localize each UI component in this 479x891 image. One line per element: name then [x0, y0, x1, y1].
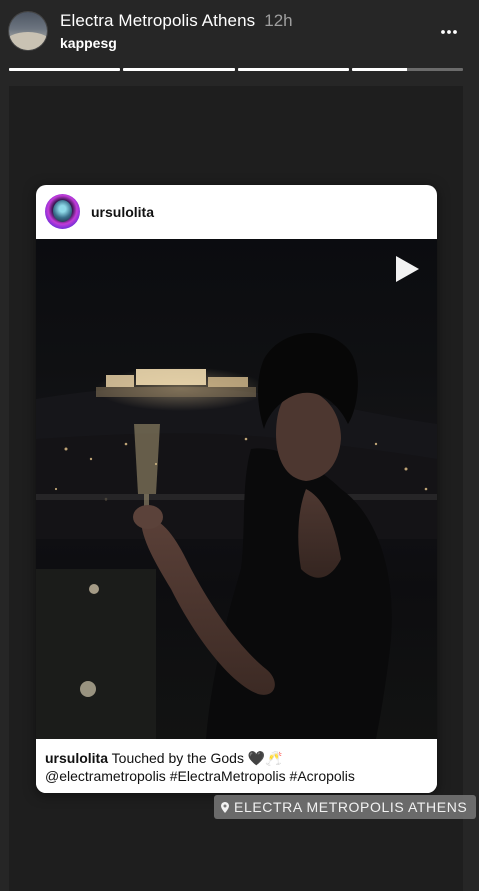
more-options-button[interactable]	[433, 22, 465, 42]
post-author-avatar[interactable]	[45, 194, 80, 229]
progress-segment	[9, 68, 121, 71]
location-sticker[interactable]: ELECTRA METROPOLIS ATHENS	[214, 795, 477, 819]
story-title[interactable]: Electra Metropolis Athens	[60, 11, 255, 30]
caption-line-1: ursulolita Touched by the Gods 🖤🥂	[45, 750, 283, 767]
location-pin-icon	[221, 801, 229, 813]
story-progress-bar	[9, 68, 463, 71]
night-terrace-photo	[36, 332, 437, 739]
caption-hashtags[interactable]: @electrametropolis #ElectraMetropolis #A…	[45, 768, 355, 784]
story-username[interactable]: kappesg	[60, 35, 117, 51]
progress-segment	[123, 68, 235, 71]
progress-segment	[351, 68, 463, 71]
caption-text: Touched by the Gods 🖤🥂	[111, 750, 283, 766]
more-horizontal-icon	[441, 30, 457, 34]
progress-segment	[237, 68, 349, 71]
story-header: Electra Metropolis Athens 12h kappesg	[0, 0, 479, 84]
story-time: 12h	[264, 11, 293, 30]
play-icon[interactable]	[394, 255, 420, 283]
shared-post-card[interactable]: ursulolita ursulolita Touched by the God…	[36, 185, 437, 793]
post-author-username[interactable]: ursulolita	[91, 204, 154, 220]
location-label: ELECTRA METROPOLIS ATHENS	[234, 799, 468, 815]
post-header: ursulolita	[36, 185, 437, 239]
account-avatar[interactable]	[9, 12, 47, 50]
post-photo[interactable]	[36, 239, 437, 739]
title-row: Electra Metropolis Athens 12h	[60, 11, 293, 31]
caption-username[interactable]: ursulolita	[45, 750, 108, 766]
